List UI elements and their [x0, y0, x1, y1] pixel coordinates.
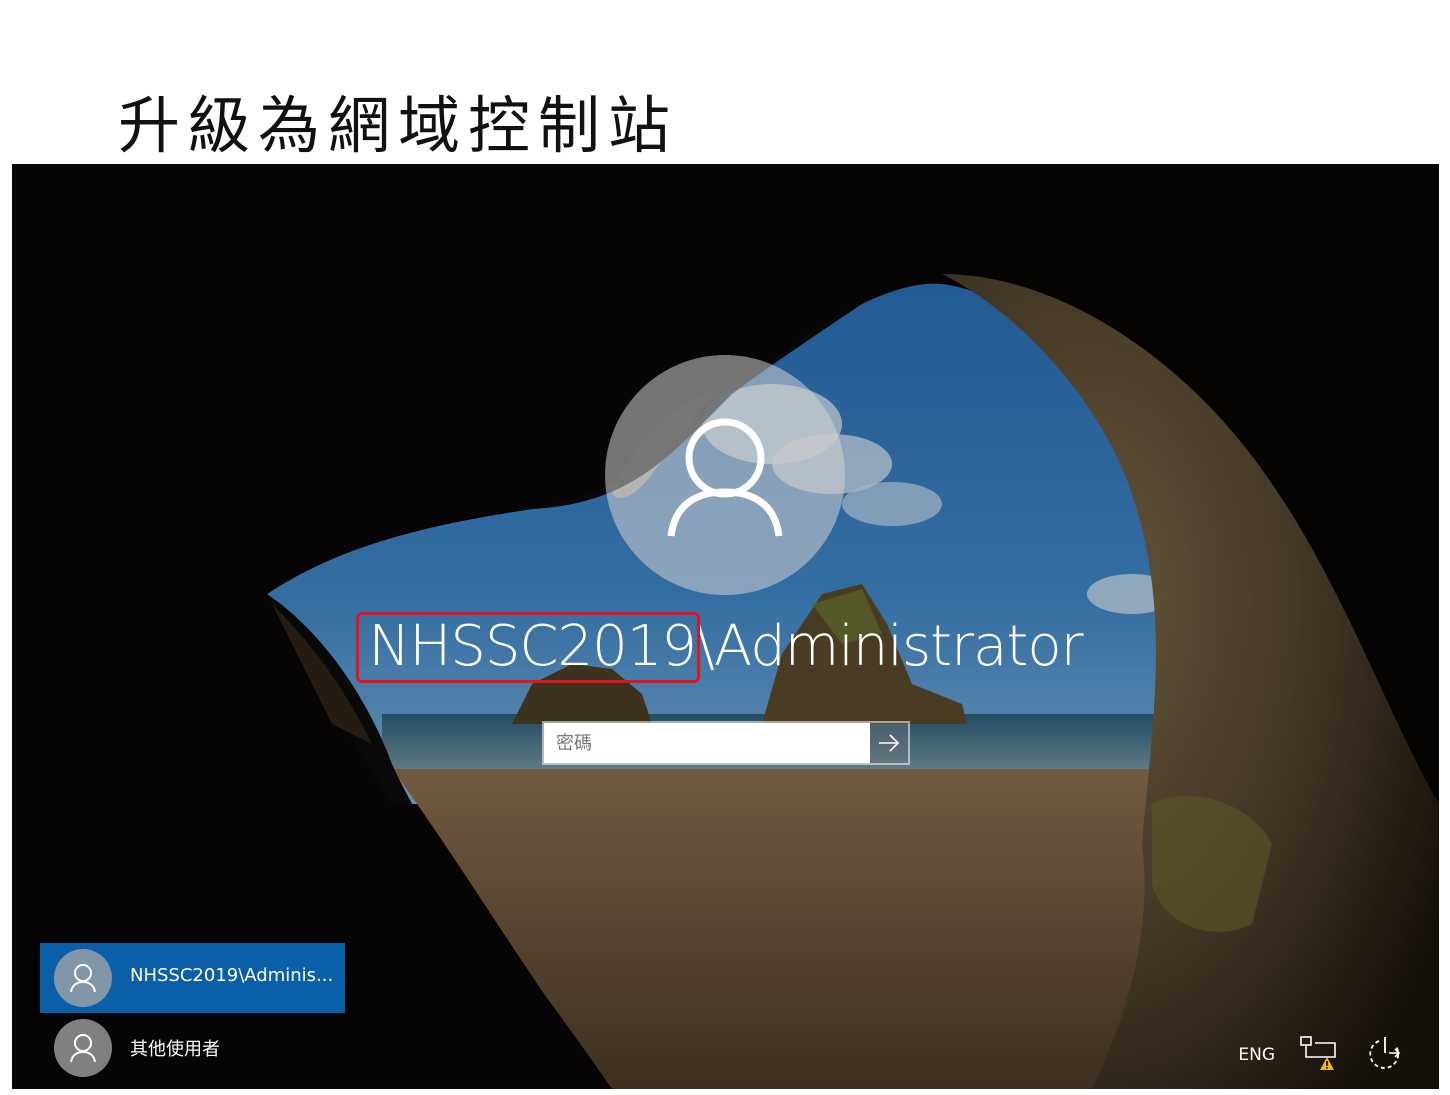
slide-title: 升級為網域控制站 [118, 89, 679, 162]
language-indicator[interactable]: ENG [1238, 1045, 1275, 1065]
user-item-administrator[interactable]: NHSSC2019\Adminis... [40, 943, 345, 1013]
user-item-label: 其他使用者 [130, 1039, 220, 1060]
user-item-other-user[interactable]: 其他使用者 [40, 1013, 345, 1083]
account-name: \Administrator [696, 614, 1084, 679]
arrow-right-icon [879, 734, 900, 752]
user-small-avatar [54, 949, 112, 1007]
network-warning-icon[interactable] [1299, 1035, 1341, 1075]
user-switch-list: NHSSC2019\Adminis... 其他使用者 [40, 943, 345, 1083]
password-box [542, 721, 910, 765]
system-tray: ENG [1238, 1035, 1405, 1075]
domain-name-highlight: NHSSC2019 [356, 612, 700, 683]
user-avatar [605, 355, 845, 595]
user-icon [667, 418, 783, 537]
username-display: NHSSC2019\Administrator [12, 612, 1439, 683]
user-item-label: NHSSC2019\Adminis... [130, 965, 334, 986]
user-icon [70, 1034, 96, 1063]
login-screen: NHSSC2019\Administrator NHSSC2019\Admini… [12, 164, 1439, 1089]
submit-button[interactable] [870, 723, 908, 763]
user-icon [70, 964, 96, 993]
power-icon[interactable] [1365, 1035, 1405, 1075]
user-small-avatar [54, 1019, 112, 1077]
password-input[interactable] [544, 723, 870, 763]
